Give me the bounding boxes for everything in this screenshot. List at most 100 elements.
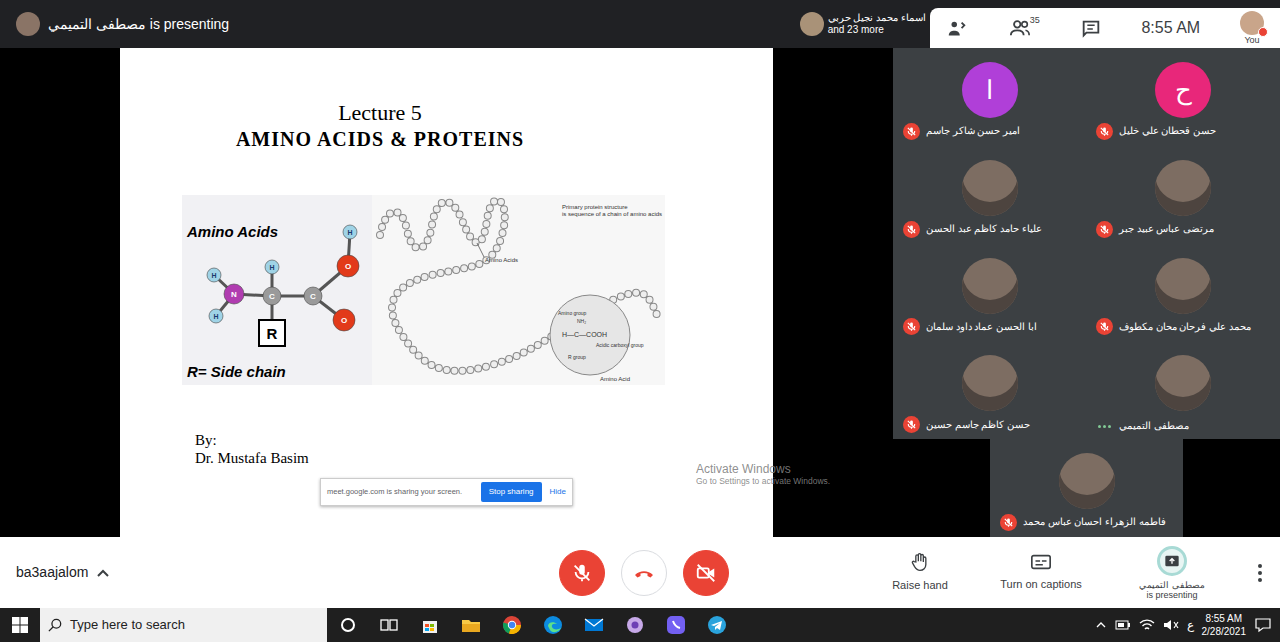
chat-icon[interactable] [1080, 16, 1102, 40]
atom-symbol: H [213, 313, 218, 320]
people-button[interactable]: 35 [1008, 17, 1040, 39]
muted-mic-icon [1000, 514, 1017, 531]
activation-watermark: Activate Windows Go to Settings to activ… [696, 462, 830, 487]
participant-name: ابا الحسن عماد داود سلمان [926, 320, 1037, 334]
search-placeholder: Type here to search [70, 615, 185, 635]
participant-tile[interactable]: فاطمه الزهراء احسان عباس محمد [990, 439, 1183, 537]
start-icon[interactable] [0, 617, 40, 633]
taskbar: Type here to search ع 8:55 AM 2/28/2021 [0, 608, 1280, 642]
participant-name: مصطفى التميمي [1119, 419, 1189, 433]
watermark-title: Activate Windows [696, 462, 830, 476]
taskbar-search[interactable]: Type here to search [40, 608, 327, 642]
atom [265, 260, 279, 274]
camera-button[interactable] [683, 550, 729, 596]
more-count: and 23 more [828, 24, 926, 36]
side-chain-label: R [267, 325, 278, 342]
author-prefix: By: [195, 431, 773, 449]
atom [207, 268, 221, 282]
muted-mic-icon [903, 221, 920, 238]
atom-symbol: O [345, 262, 351, 271]
wifi-icon[interactable] [1139, 618, 1155, 632]
self-label: You [1244, 35, 1259, 45]
camera-off-icon [695, 562, 717, 584]
raise-hand-label: Raise hand [892, 577, 948, 594]
more-options-icon[interactable] [1248, 561, 1272, 585]
self-account[interactable]: You [1240, 11, 1264, 45]
diagram-caption: R= Side chain [187, 363, 286, 380]
participant-avatar-icon [800, 12, 824, 36]
participant-tile[interactable]: ابا الحسن عماد داود سلمان [893, 244, 1086, 342]
mail-icon[interactable] [573, 617, 614, 633]
atom [263, 287, 281, 305]
avatar-letter: ح [1175, 71, 1192, 110]
host-controls-icon[interactable] [946, 16, 968, 40]
clock: 8:55 AM [1141, 16, 1200, 40]
atom [337, 255, 359, 277]
participant-tile[interactable]: مصطفى التميمي [1086, 341, 1280, 439]
tray-chevron-icon[interactable] [1095, 619, 1107, 631]
meeting-panel: 35 8:55 AM You [930, 8, 1280, 48]
chrome-icon[interactable] [491, 615, 532, 635]
atom-symbol: H [211, 272, 216, 279]
people-count: 35 [1030, 14, 1040, 28]
viber-icon[interactable] [655, 615, 696, 635]
telegram-icon[interactable] [696, 615, 737, 635]
muted-mic-icon [1096, 318, 1113, 335]
chevron-up-icon [96, 566, 110, 580]
app-icon[interactable] [614, 615, 655, 635]
muted-mic-icon [903, 318, 920, 335]
protein-diagram: Primary protein structureis sequence of … [372, 195, 665, 385]
store-icon[interactable] [409, 616, 450, 634]
participant-tile[interactable]: مرتضى عباس عبيد جبر [1086, 146, 1280, 244]
participant-tile[interactable]: محمد علي فرحان محان مكطوف [1086, 244, 1280, 342]
task-view-icon[interactable] [368, 617, 409, 633]
presenting-button[interactable]: مصطفى التميمي is presenting [1112, 546, 1232, 600]
system-tray: ع 8:55 AM 2/28/2021 [1095, 612, 1280, 638]
captions-label: Turn on captions [1000, 576, 1082, 593]
participant-tile[interactable]: حسن كاظم جاسم حسين [893, 341, 1086, 439]
amino-acid-diagram: Amino AcidsHNHHCCHOORR= Side chain [182, 195, 372, 385]
participant-avatar: ا [962, 62, 1018, 118]
muted-mic-icon [903, 123, 920, 140]
atom-symbol: H [347, 229, 352, 236]
notifications-icon[interactable] [1254, 617, 1272, 633]
input-language[interactable]: ع [1187, 618, 1194, 632]
captions-icon [1030, 552, 1052, 572]
muted-mic-icon [1096, 221, 1113, 238]
cortana-icon[interactable] [327, 617, 368, 633]
slide: Lecture 5 AMINO ACIDS & PROTEINS Amino A… [120, 48, 773, 537]
others-info[interactable]: اسماء محمد نجيل حربي and 23 more [800, 0, 930, 48]
meeting-details[interactable]: ba3aajalom [0, 562, 559, 583]
zoom-label: Amino group [558, 310, 587, 316]
participant-tile[interactable]: ححسن قحطان علي خليل [1086, 48, 1280, 146]
chain-label: Amino Acids [485, 257, 518, 263]
muted-mic-icon [903, 416, 920, 433]
atom [209, 309, 223, 323]
raise-hand-button[interactable]: Raise hand [870, 551, 970, 594]
top-bar: مصطفى التميمي is presenting اسماء محمد ن… [0, 0, 1280, 48]
participant-avatar [1155, 355, 1211, 411]
tray-clock[interactable]: 8:55 AM 2/28/2021 [1202, 612, 1247, 638]
zoom-label: Acidic carboxyl group [596, 342, 644, 348]
participant-tile[interactable]: علياء حامد كاظم عبد الحسن [893, 146, 1086, 244]
volume-icon[interactable] [1163, 618, 1179, 632]
battery-icon[interactable] [1115, 619, 1131, 631]
zoom-label: R group [568, 354, 586, 360]
stop-sharing-button[interactable]: Stop sharing [481, 482, 542, 502]
sharing-message: meet.google.com is sharing your screen. [327, 486, 473, 497]
participant-name: فاطمه الزهراء احسان عباس محمد [1023, 515, 1166, 529]
diagram-heading: Amino Acids [186, 223, 278, 240]
author: Dr. Mustafa Basim [195, 449, 773, 467]
edge-icon[interactable] [532, 615, 573, 635]
file-explorer-icon[interactable] [450, 617, 491, 633]
avatar-letter: ا [986, 71, 993, 110]
tray-time: 8:55 AM [1202, 612, 1247, 625]
presenter-info: مصطفى التميمي is presenting [0, 12, 229, 36]
participant-avatar [1155, 160, 1211, 216]
participant-name: اسماء محمد نجيل حربي [828, 12, 926, 24]
participant-tile[interactable]: اامير حسن شاكر جاسم [893, 48, 1086, 146]
mic-button[interactable] [559, 550, 605, 596]
hide-button[interactable]: Hide [550, 486, 566, 498]
captions-button[interactable]: Turn on captions [986, 552, 1096, 593]
leave-call-button[interactable] [621, 550, 667, 596]
